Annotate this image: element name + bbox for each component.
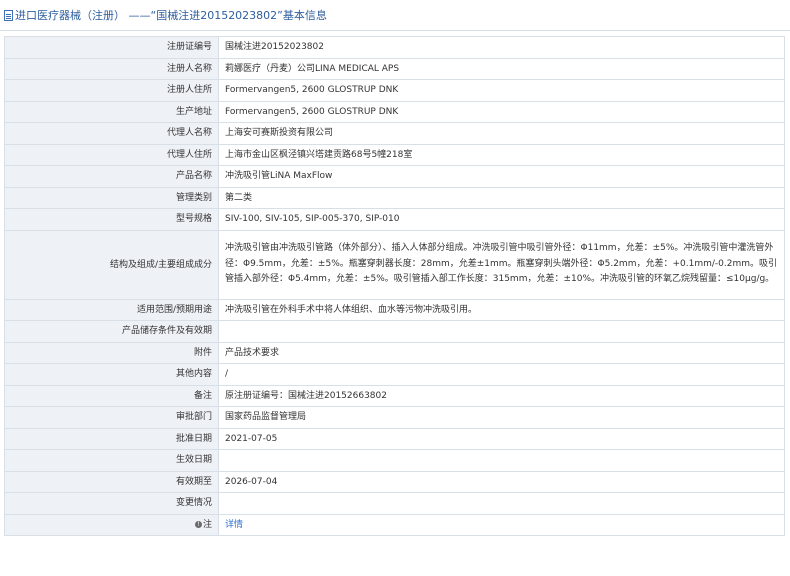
row-value: 2026-07-04 <box>218 470 785 493</box>
page-header: 进口医疗器械（注册） ——“国械注进20152023802”基本信息 <box>0 0 790 30</box>
row-label: 代理人名称 <box>4 122 219 145</box>
row-label: 生效日期 <box>4 449 219 472</box>
row-label: 注 <box>202 519 212 530</box>
table-row: 注册人名称 莉娜医疗（丹麦）公司LINA MEDICAL APS <box>4 57 785 80</box>
table-row: 产品名称 冲洗吸引管LiNA MaxFlow <box>4 165 785 188</box>
row-label: 结构及组成/主要组成成分 <box>4 229 219 300</box>
row-label: 代理人住所 <box>4 143 219 166</box>
row-label: 产品储存条件及有效期 <box>4 320 219 343</box>
row-value: 第二类 <box>218 186 785 209</box>
row-label: 变更情况 <box>4 492 219 515</box>
row-label: 型号规格 <box>4 208 219 231</box>
table-row: 管理类别 第二类 <box>4 186 785 209</box>
row-value: 2021-07-05 <box>218 427 785 450</box>
row-value: 冲洗吸引管在外科手术中将人体组织、血水等污物冲洗吸引用。 <box>218 298 785 321</box>
table-row: 生产地址 Formervangen5, 2600 GLOSTRUP DNK <box>4 100 785 123</box>
row-label: 适用范围/预期用途 <box>4 298 219 321</box>
row-value: 原注册证编号：国械注进20152663802 <box>218 384 785 407</box>
row-value: 上海市金山区枫泾镇兴塔建贡路68号5幢218室 <box>218 143 785 166</box>
registration-info-table: 注册证编号 国械注进20152023802 注册人名称 莉娜医疗（丹麦）公司LI… <box>4 36 785 536</box>
table-row: 注册证编号 国械注进20152023802 <box>4 36 785 59</box>
row-value <box>218 492 785 515</box>
row-value <box>218 320 785 343</box>
row-value: / <box>218 363 785 386</box>
table-row: 产品储存条件及有效期 <box>4 320 785 343</box>
details-link[interactable]: 详情 <box>225 520 243 530</box>
row-value: 冲洗吸引管LiNA MaxFlow <box>218 165 785 188</box>
table-row: 适用范围/预期用途 冲洗吸引管在外科手术中将人体组织、血水等污物冲洗吸引用。 <box>4 298 785 321</box>
row-value: 产品技术要求 <box>218 341 785 364</box>
row-label: 注册人名称 <box>4 57 219 80</box>
table-row: 备注 原注册证编号：国械注进20152663802 <box>4 384 785 407</box>
row-value: 上海安可赛斯投资有限公司 <box>218 122 785 145</box>
table-row: 有效期至 2026-07-04 <box>4 470 785 493</box>
header-divider <box>0 30 790 31</box>
row-value <box>218 449 785 472</box>
row-label: 审批部门 <box>4 406 219 429</box>
row-value: 冲洗吸引管由冲洗吸引管路（体外部分）、插入人体部分组成。冲洗吸引管中吸引管外径：… <box>218 229 785 300</box>
table-row: 附件 产品技术要求 <box>4 341 785 364</box>
table-row: 批准日期 2021-07-05 <box>4 427 785 450</box>
row-value: Formervangen5, 2600 GLOSTRUP DNK <box>218 79 785 102</box>
table-row: 代理人名称 上海安可赛斯投资有限公司 <box>4 122 785 145</box>
row-value: Formervangen5, 2600 GLOSTRUP DNK <box>218 100 785 123</box>
note-label-cell: ! 注 <box>4 513 219 536</box>
table-row: 变更情况 <box>4 492 785 515</box>
row-label: 备注 <box>4 384 219 407</box>
row-label: 附件 <box>4 341 219 364</box>
table-row: 注册人住所 Formervangen5, 2600 GLOSTRUP DNK <box>4 79 785 102</box>
row-label: 其他内容 <box>4 363 219 386</box>
row-label: 生产地址 <box>4 100 219 123</box>
row-value: 莉娜医疗（丹麦）公司LINA MEDICAL APS <box>218 57 785 80</box>
table-row: 审批部门 国家药品监督管理局 <box>4 406 785 429</box>
table-row: 结构及组成/主要组成成分 冲洗吸引管由冲洗吸引管路（体外部分）、插入人体部分组成… <box>4 229 785 300</box>
table-row: 代理人住所 上海市金山区枫泾镇兴塔建贡路68号5幢218室 <box>4 143 785 166</box>
table-row: 型号规格 SIV-100, SIV-105, SIP-005-370, SIP-… <box>4 208 785 231</box>
page-title: 进口医疗器械（注册） ——“国械注进20152023802”基本信息 <box>15 9 327 22</box>
row-label: 产品名称 <box>4 165 219 188</box>
row-label: 注册证编号 <box>4 36 219 59</box>
row-label: 批准日期 <box>4 427 219 450</box>
table-row: 其他内容 / <box>4 363 785 386</box>
info-icon: ! <box>194 520 202 528</box>
document-icon <box>4 9 13 21</box>
row-label: 管理类别 <box>4 186 219 209</box>
row-value: 国械注进20152023802 <box>218 36 785 59</box>
table-row: ! 注 详情 <box>4 513 785 536</box>
row-value: 国家药品监督管理局 <box>218 406 785 429</box>
row-label: 注册人住所 <box>4 79 219 102</box>
row-value: 详情 <box>218 513 785 536</box>
table-row: 生效日期 <box>4 449 785 472</box>
row-label: 有效期至 <box>4 470 219 493</box>
row-value: SIV-100, SIV-105, SIP-005-370, SIP-010 <box>218 208 785 231</box>
